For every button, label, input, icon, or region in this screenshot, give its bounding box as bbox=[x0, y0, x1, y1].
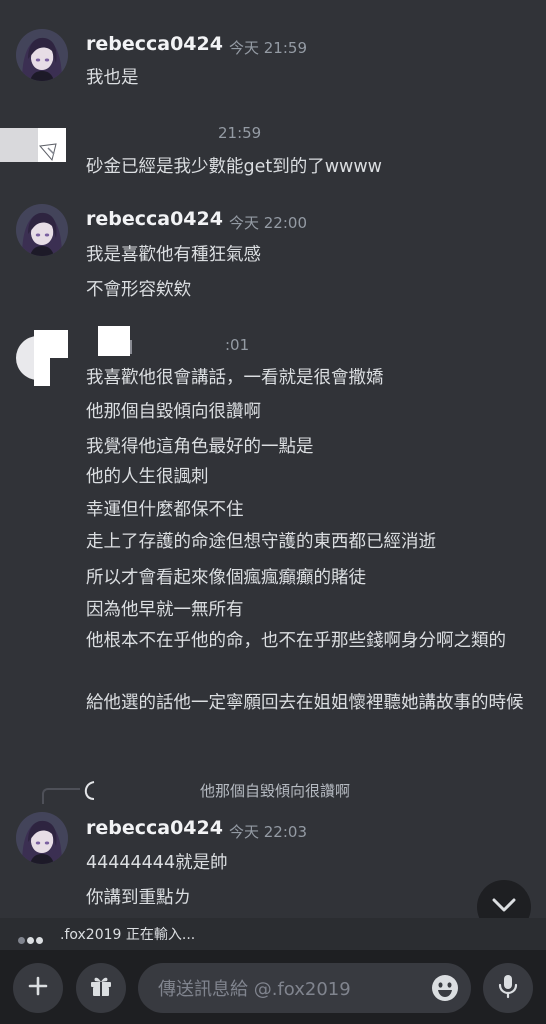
message-timestamp: 21:59 bbox=[218, 124, 262, 142]
message-text: 因為他早就一無所有 bbox=[86, 600, 244, 620]
avatar[interactable] bbox=[16, 29, 68, 81]
message-text: 我覺得他這角色最好的一點是 bbox=[86, 437, 314, 457]
message-text: 走上了存護的命途但想守護的東西都已經消逝 bbox=[86, 532, 436, 552]
gift-button[interactable] bbox=[76, 963, 126, 1013]
chevron-down-icon bbox=[491, 897, 517, 917]
message-text: 砂金已經是我少數能get到的了wwww bbox=[86, 157, 382, 177]
message-username[interactable]: rebecca0424 bbox=[86, 33, 223, 55]
message-username[interactable]: rebecca0424 bbox=[86, 208, 223, 230]
message-timestamp: 今天 22:00 bbox=[229, 214, 307, 232]
voice-message-button[interactable] bbox=[483, 963, 533, 1013]
message-input-container[interactable] bbox=[138, 963, 471, 1015]
avatar[interactable] bbox=[16, 204, 68, 256]
typing-indicator-text: .fox2019 正在輸入... bbox=[60, 927, 196, 943]
redaction-block bbox=[198, 128, 208, 140]
chat-screen: rebecca0424 今天 21:59 我也是 21:59 砂金已經是我少數能… bbox=[0, 0, 546, 1024]
message-timestamp: 今天 21:59 bbox=[229, 39, 307, 57]
message-input[interactable] bbox=[156, 963, 420, 1015]
gift-icon bbox=[88, 973, 114, 1003]
avatar[interactable] bbox=[0, 118, 68, 170]
avatar[interactable] bbox=[14, 328, 70, 388]
reply-avatar[interactable] bbox=[84, 780, 102, 800]
message-text: 我是喜歡他有種狂氣感 bbox=[86, 245, 261, 265]
message-composer bbox=[0, 950, 546, 1024]
avatar[interactable] bbox=[16, 812, 68, 864]
message-text: 我喜歡他很會講話，一看就是很會撒嬌 bbox=[86, 368, 384, 388]
message-text: 44444444就是帥 bbox=[86, 853, 228, 873]
message-text: 所以才會看起來像個瘋瘋癲癲的賭徒 bbox=[86, 568, 366, 588]
message-timestamp: 今天 22:03 bbox=[229, 823, 307, 841]
plus-icon bbox=[27, 975, 49, 1001]
microphone-icon bbox=[497, 973, 519, 1003]
message-timestamp: :01 bbox=[225, 336, 250, 354]
reply-preview-text[interactable]: 他那個自毀傾向很讚啊 bbox=[200, 780, 350, 801]
message-text: 你講到重點ㄌ bbox=[86, 888, 191, 908]
message-text: 不會形容欸欸 bbox=[86, 280, 191, 300]
typing-dots-icon bbox=[18, 929, 45, 948]
add-attachment-button[interactable] bbox=[13, 963, 63, 1013]
redaction-block bbox=[98, 326, 130, 356]
redaction-block bbox=[130, 340, 132, 354]
message-text: 他的人生很諷刺 bbox=[86, 467, 209, 487]
message-text: 他那個自毀傾向很讚啊 bbox=[86, 402, 261, 422]
reply-connector bbox=[42, 788, 80, 804]
message-text: 我也是 bbox=[86, 68, 139, 88]
emoji-icon[interactable] bbox=[431, 974, 459, 1002]
typing-indicator: .fox2019 正在輸入... bbox=[0, 918, 546, 950]
message-text: 他根本不在乎他的命，也不在乎那些錢啊身分啊之類的 bbox=[86, 631, 506, 651]
message-text: 給他選的話他一定寧願回去在姐姐懷裡聽她講故事的時候 bbox=[86, 693, 524, 713]
message-text: 幸運但什麼都保不住 bbox=[86, 500, 244, 520]
message-username[interactable]: rebecca0424 bbox=[86, 817, 223, 839]
